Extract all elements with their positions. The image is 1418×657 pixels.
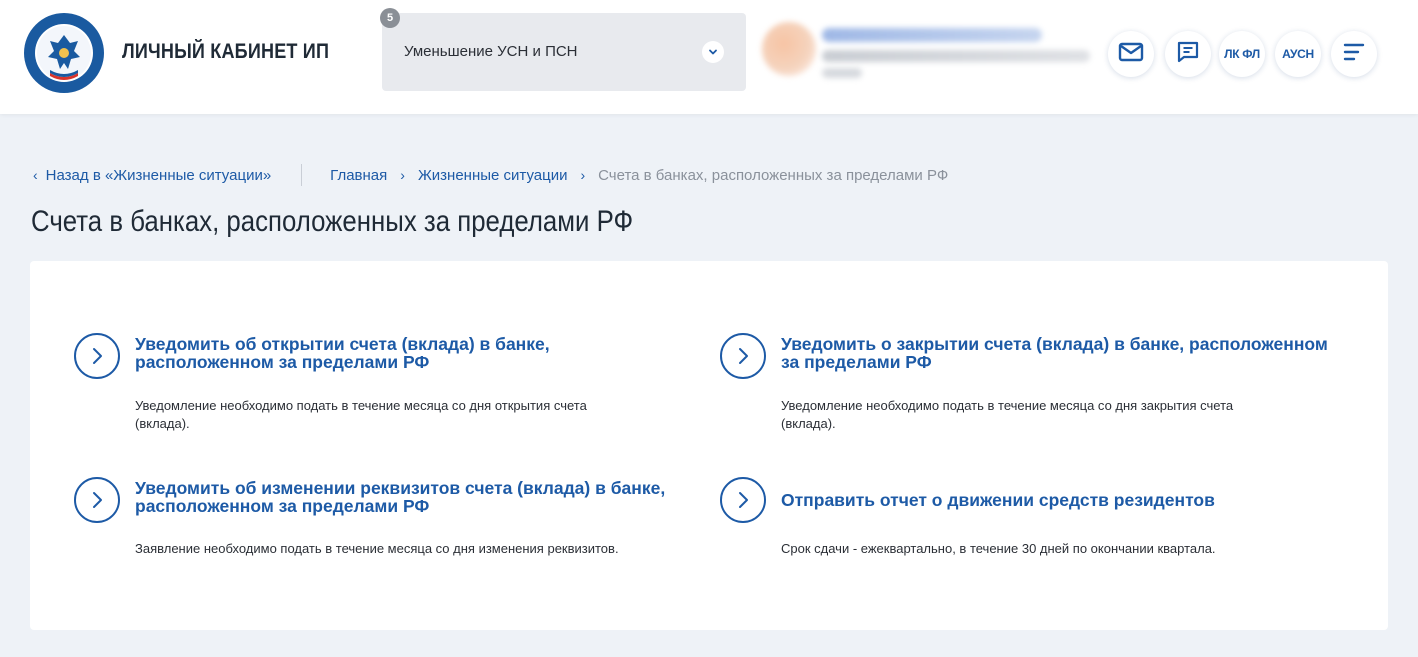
chevron-right-icon: ›	[400, 167, 405, 183]
action-title-line: Уведомить об открытии счета (вклада) в б…	[135, 334, 550, 354]
action-description-line: (вклада).	[135, 416, 190, 431]
back-link[interactable]: Назад в «Жизненные ситуации»	[46, 167, 272, 184]
action-description-line: Срок сдачи - ежеквартально, в течение 30…	[781, 541, 1216, 556]
breadcrumb-item-current: Счета в банках, расположенных за предела…	[598, 166, 949, 184]
action-title-line: расположенном за пределами РФ	[135, 352, 430, 372]
mail-button[interactable]	[1108, 31, 1154, 77]
avatar	[762, 22, 816, 76]
chevron-right-circle-icon	[720, 333, 766, 379]
action-close-account[interactable]: Уведомить о закрытии счета (вклада) в ба…	[720, 333, 1370, 433]
user-profile-block[interactable]	[760, 18, 1095, 84]
chevron-right-circle-icon	[720, 477, 766, 523]
chevron-left-icon: ‹	[33, 167, 38, 183]
chevron-down-icon	[702, 41, 724, 63]
user-name-redacted	[822, 28, 1042, 42]
lk-fl-label: ЛК ФЛ	[1224, 47, 1260, 61]
chevron-right-icon: ›	[580, 167, 586, 183]
action-title: Уведомить об изменении реквизитов счета …	[135, 479, 665, 515]
action-send-resident-report[interactable]: Отправить отчет о движении средств резид…	[720, 477, 1360, 557]
breadcrumb-item-life-situations[interactable]: Жизненные ситуации	[418, 167, 568, 184]
action-title-line: Отправить отчет о движении средств резид…	[781, 490, 1215, 510]
menu-button[interactable]	[1331, 31, 1377, 77]
action-open-account[interactable]: Уведомить об открытии счета (вклада) в б…	[74, 333, 674, 433]
action-description-line: Уведомление необходимо подать в течение …	[781, 398, 1234, 413]
breadcrumb-divider	[301, 164, 303, 186]
fns-emblem-icon[interactable]	[24, 13, 104, 93]
ausn-button[interactable]: АУСН	[1275, 31, 1321, 77]
action-title: Отправить отчет о движении средств резид…	[781, 491, 1215, 509]
page-title: Счета в банках, расположенных за предела…	[31, 205, 634, 238]
action-description: Уведомление необходимо подать в течение …	[135, 397, 587, 433]
action-description: Уведомление необходимо подать в течение …	[781, 397, 1233, 433]
action-title-line: Уведомить об изменении реквизитов счета …	[135, 478, 666, 498]
breadcrumb-item-home[interactable]: Главная	[330, 167, 387, 184]
ausn-label: АУСН	[1282, 47, 1314, 61]
actions-card: Уведомить об открытии счета (вклада) в б…	[30, 261, 1388, 630]
mode-select-dropdown[interactable]: Уменьшение УСН и ПСН	[382, 13, 746, 91]
breadcrumb: ‹ Назад в «Жизненные ситуации» Главная ›…	[33, 164, 949, 186]
action-title-line: за пределами РФ	[781, 352, 932, 372]
mode-select-label: Уменьшение УСН и ПСН	[404, 43, 578, 60]
messages-button[interactable]	[1165, 31, 1211, 77]
mode-count-badge: 5	[380, 8, 400, 28]
user-extra-redacted	[822, 68, 862, 78]
action-description-line: Уведомление необходимо подать в течение …	[135, 398, 587, 413]
action-description-line: Заявление необходимо подать в течение ме…	[135, 541, 619, 556]
action-description: Срок сдачи - ежеквартально, в течение 30…	[781, 540, 1216, 558]
hamburger-menu-icon	[1343, 42, 1365, 67]
action-title-line: расположенном за пределами РФ	[135, 496, 430, 516]
action-description-line: (вклада).	[781, 416, 836, 431]
action-title: Уведомить о закрытии счета (вклада) в ба…	[781, 335, 1328, 371]
action-title: Уведомить об открытии счета (вклада) в б…	[135, 335, 550, 371]
brand-title: ЛИЧНЫЙ КАБИНЕТ ИП	[122, 40, 330, 63]
user-details-redacted	[822, 50, 1090, 62]
chevron-right-circle-icon	[74, 477, 120, 523]
chat-icon	[1176, 40, 1200, 69]
chevron-right-circle-icon	[74, 333, 120, 379]
top-header: ЛИЧНЫЙ КАБИНЕТ ИП Уменьшение УСН и ПСН 5…	[0, 0, 1418, 114]
action-description: Заявление необходимо подать в течение ме…	[135, 540, 619, 558]
action-change-details[interactable]: Уведомить об изменении реквизитов счета …	[74, 477, 714, 557]
lk-fl-button[interactable]: ЛК ФЛ	[1219, 31, 1265, 77]
mail-icon	[1118, 42, 1144, 67]
action-title-line: Уведомить о закрытии счета (вклада) в ба…	[781, 334, 1328, 354]
